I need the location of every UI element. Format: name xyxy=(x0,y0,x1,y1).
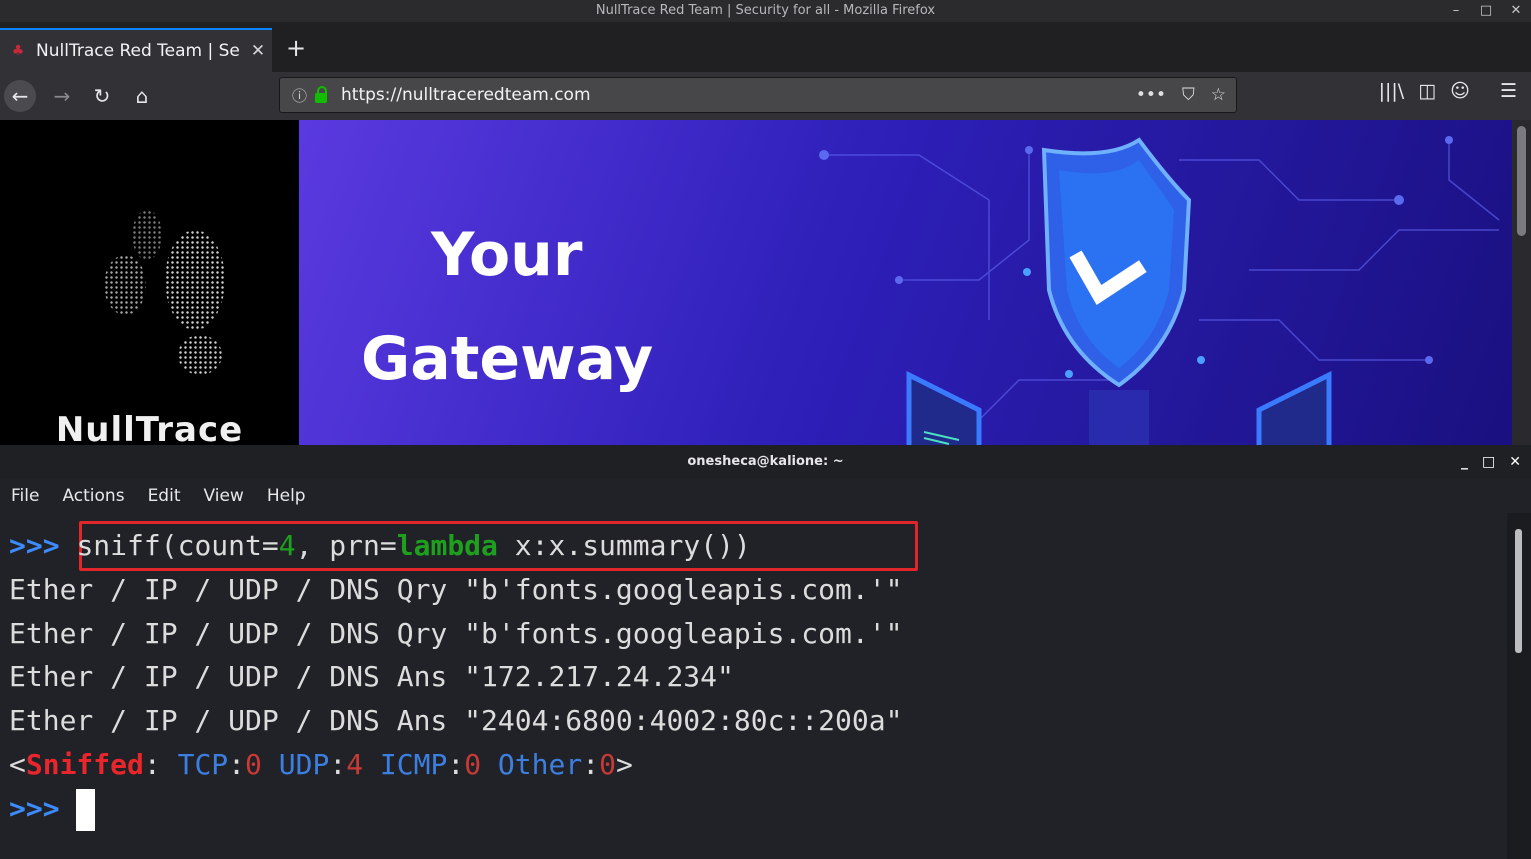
terminal-titlebar: onesheca@kalione: ~ _ □ ✕ xyxy=(0,445,1531,479)
bookmark-star-icon[interactable]: ☆ xyxy=(1211,85,1226,105)
back-button[interactable]: ← xyxy=(4,80,36,112)
minimize-button[interactable]: – xyxy=(1441,0,1471,22)
brand-panel: NullTrace xyxy=(0,120,299,445)
summary-colon: : xyxy=(143,748,178,781)
summary-open: < xyxy=(9,748,26,781)
summary-line: <Sniffed: TCP:0 UDP:4 ICMP:0 Other:0> xyxy=(9,748,633,781)
library-icon[interactable]: |||\ xyxy=(1379,80,1405,102)
page-scroll-thumb[interactable] xyxy=(1517,126,1526,236)
firefox-window: NullTrace Red Team | Security for all - … xyxy=(0,0,1531,445)
cmd-count-value: 4 xyxy=(278,529,296,562)
footprint-logo-top xyxy=(132,210,162,260)
prompt: >>> xyxy=(9,529,60,562)
terminal-maximize-button[interactable]: □ xyxy=(1482,445,1495,479)
new-tab-button[interactable]: + xyxy=(286,34,306,62)
output-line: Ether / IP / UDP / DNS Ans "2404:6800:40… xyxy=(9,704,903,737)
reload-button[interactable]: ↻ xyxy=(86,80,118,112)
terminal-scrollbar[interactable] xyxy=(1507,513,1531,859)
prompt-line: >>> xyxy=(9,787,96,831)
window-title: NullTrace Red Team | Security for all - … xyxy=(595,3,936,18)
terminal-window-controls: _ □ ✕ xyxy=(1461,445,1521,479)
terminal-minimize-button[interactable]: _ xyxy=(1461,445,1468,479)
cmd-lambda-keyword: lambda xyxy=(396,529,498,562)
output-line: Ether / IP / UDP / DNS Qry "b'fonts.goog… xyxy=(9,617,903,650)
menu-file[interactable]: File xyxy=(0,486,51,506)
summary-close: > xyxy=(615,748,633,781)
udp-count: 4 xyxy=(346,748,364,781)
url-text[interactable]: https://nulltraceredteam.com xyxy=(341,85,1136,105)
close-button[interactable]: ✕ xyxy=(1501,0,1531,22)
terminal-close-button[interactable]: ✕ xyxy=(1509,445,1521,479)
output-line: Ether / IP / UDP / DNS Qry "b'fonts.goog… xyxy=(9,573,903,606)
output-line: Ether / IP / UDP / DNS Ans "172.217.24.2… xyxy=(9,660,734,693)
window-controls: – □ ✕ xyxy=(1441,0,1531,22)
menu-icon[interactable]: ☰ xyxy=(1500,80,1517,102)
udp-label: UDP xyxy=(278,748,330,781)
sniffed-label: Sniffed xyxy=(25,748,144,781)
terminal-window: onesheca@kalione: ~ _ □ ✕ File Actions E… xyxy=(0,445,1531,859)
toolbar-right: |||\ ◫ ☺ ☰ xyxy=(1379,80,1531,102)
page-actions-icon[interactable]: ••• xyxy=(1136,85,1166,105)
cmd-part: x:x.summary()) xyxy=(497,529,751,562)
tab-title: NullTrace Red Team | Se xyxy=(36,41,240,61)
footprint-logo-heel xyxy=(178,335,222,375)
cmd-part: sniff(count= xyxy=(76,529,279,562)
site-info-icon[interactable]: ⓘ xyxy=(292,85,307,106)
url-bar[interactable]: ⓘ https://nulltraceredteam.com ••• ⛉ ☆ xyxy=(279,77,1237,113)
forward-button[interactable]: → xyxy=(46,80,78,112)
brand-name: NullTrace xyxy=(55,410,244,445)
terminal-menubar: File Actions Edit View Help xyxy=(0,479,1531,513)
tab-close-icon[interactable]: ✕ xyxy=(244,41,272,61)
maximize-button[interactable]: □ xyxy=(1471,0,1501,22)
tcp-label: TCP xyxy=(177,748,229,781)
prompt: >>> xyxy=(9,792,60,825)
command-line: >>> sniff(count=4, prn=lambda x:x.summar… xyxy=(9,524,751,568)
menu-actions[interactable]: Actions xyxy=(51,486,136,506)
firefox-titlebar: NullTrace Red Team | Security for all - … xyxy=(0,0,1531,22)
terminal-scroll-thumb[interactable] xyxy=(1515,529,1522,653)
account-icon[interactable]: ☺ xyxy=(1450,80,1470,102)
hero-line-2: Gateway xyxy=(361,324,654,394)
other-label: Other xyxy=(497,748,583,781)
menu-help[interactable]: Help xyxy=(256,486,318,506)
hero-line-1: Your xyxy=(431,220,583,290)
tcp-count: 0 xyxy=(245,748,262,781)
hero-banner: Your Gateway xyxy=(299,120,1512,445)
terminal-output[interactable]: >>> sniff(count=4, prn=lambda x:x.summar… xyxy=(0,513,1507,859)
favicon-icon: ♣ xyxy=(11,43,25,59)
lock-icon xyxy=(315,86,328,103)
menu-edit[interactable]: Edit xyxy=(137,486,193,506)
other-count: 0 xyxy=(599,748,616,781)
tab-nulltrace[interactable]: ♣ NullTrace Red Team | Se ✕ xyxy=(0,28,272,72)
text-cursor xyxy=(76,789,96,831)
pocket-icon[interactable]: ⛉ xyxy=(1182,85,1195,105)
home-button[interactable]: ⌂ xyxy=(126,80,158,112)
cmd-part: , prn= xyxy=(295,529,397,562)
menu-view[interactable]: View xyxy=(192,486,255,506)
icmp-label: ICMP xyxy=(379,748,448,781)
tab-strip: ♣ NullTrace Red Team | Se ✕ + xyxy=(0,22,1531,72)
web-page-viewport: NullTrace Your Gateway xyxy=(0,120,1531,445)
page-scrollbar[interactable] xyxy=(1512,120,1531,445)
sidebar-icon[interactable]: ◫ xyxy=(1418,80,1436,102)
terminal-title: onesheca@kalione: ~ xyxy=(687,454,844,469)
footprint-logo xyxy=(165,230,225,330)
navigation-toolbar: ← → ↻ ⌂ ⓘ https://nulltraceredteam.com •… xyxy=(0,72,1531,121)
icmp-count: 0 xyxy=(464,748,482,781)
footprint-logo-left xyxy=(104,255,146,315)
